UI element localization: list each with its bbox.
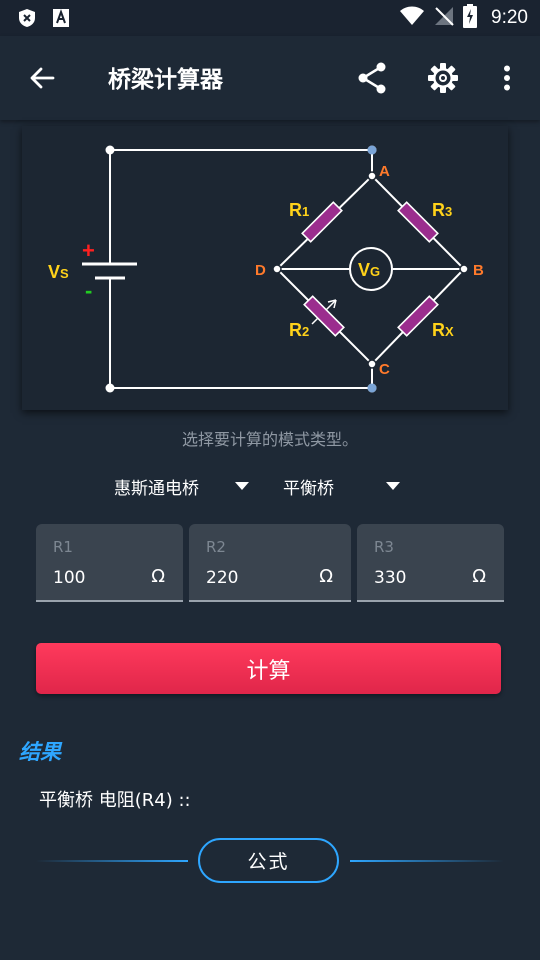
mode-dropdown[interactable]: 惠斯通电桥 [114,472,254,500]
r3-subscript: 3 [445,204,452,219]
font-a-icon [52,8,70,32]
rx-label: R [432,320,445,340]
caret-down-icon [235,482,249,490]
r3-field-label: R3 [374,538,394,556]
caret-down-icon [386,482,400,490]
wifi-icon [399,6,425,30]
r1-subscript: 1 [302,204,309,219]
node-label-b: B [473,262,484,279]
svg-text:VG: VG [358,260,380,280]
back-button[interactable] [22,58,62,98]
r2-field-value[interactable]: 220 [206,568,238,588]
plus-sign: + [82,238,95,263]
node-label-c: C [379,361,390,378]
r3-label: R [432,200,445,220]
divider-right [350,860,504,862]
no-signal-icon [433,5,455,31]
minus-sign: - [85,278,92,303]
r1-label: R [289,200,302,220]
svg-text:RX: RX [432,320,454,340]
r3-field[interactable]: R3 330 Ω [357,524,504,602]
r2-unit: Ω [319,566,333,587]
node-label-d: D [255,262,266,279]
app-bar: 桥梁计算器 [0,36,540,120]
r2-label: R [289,320,302,340]
battery-charging-icon [463,4,478,32]
svg-text:VS: VS [48,262,69,282]
r1-unit: Ω [151,566,165,587]
bridge-diagram: A B C D R1 R3 R2 RX VG VS + - [22,126,508,410]
svg-text:R3: R3 [432,200,452,220]
r3-unit: Ω [472,566,486,587]
formula-button[interactable]: 公式 [198,838,339,883]
result-value: 平衡桥 电阻(R4) :: [39,790,191,811]
gear-icon [428,63,458,93]
r1-field-label: R1 [53,538,73,556]
r2-field[interactable]: R2 220 Ω [189,524,351,602]
svg-text:R2: R2 [289,320,309,340]
settings-button[interactable] [423,58,463,98]
node-label-a: A [379,163,390,180]
r2-field-label: R2 [206,538,226,556]
page-title: 桥梁计算器 [108,67,223,93]
status-time: 9:20 [491,7,528,28]
rx-subscript: X [445,324,454,339]
vg-label: V [358,260,370,280]
mode-dropdown-value: 惠斯通电桥 [114,478,199,499]
divider-left [36,860,188,862]
vg-subscript: G [370,264,380,279]
r1-field-value[interactable]: 100 [53,568,85,588]
shield-x-icon [18,8,36,32]
share-icon [358,62,386,94]
results-title: 结果 [19,740,61,764]
r1-field[interactable]: R1 100 Ω [36,524,183,602]
vs-label: V [48,262,60,282]
r3-field-value[interactable]: 330 [374,568,406,588]
mode-hint: 选择要计算的模式类型。 [181,430,358,449]
calculate-button[interactable]: 计算 [36,643,501,694]
vs-subscript: S [60,266,69,281]
more-options-button[interactable] [487,58,527,98]
svg-text:R1: R1 [289,200,309,220]
share-button[interactable] [352,58,392,98]
more-vert-icon [504,65,510,91]
status-bar: 9:20 [0,0,540,36]
r2-subscript: 2 [302,324,309,339]
type-dropdown-value: 平衡桥 [283,478,334,499]
type-dropdown[interactable]: 平衡桥 [283,472,401,500]
back-arrow-icon [30,67,55,89]
